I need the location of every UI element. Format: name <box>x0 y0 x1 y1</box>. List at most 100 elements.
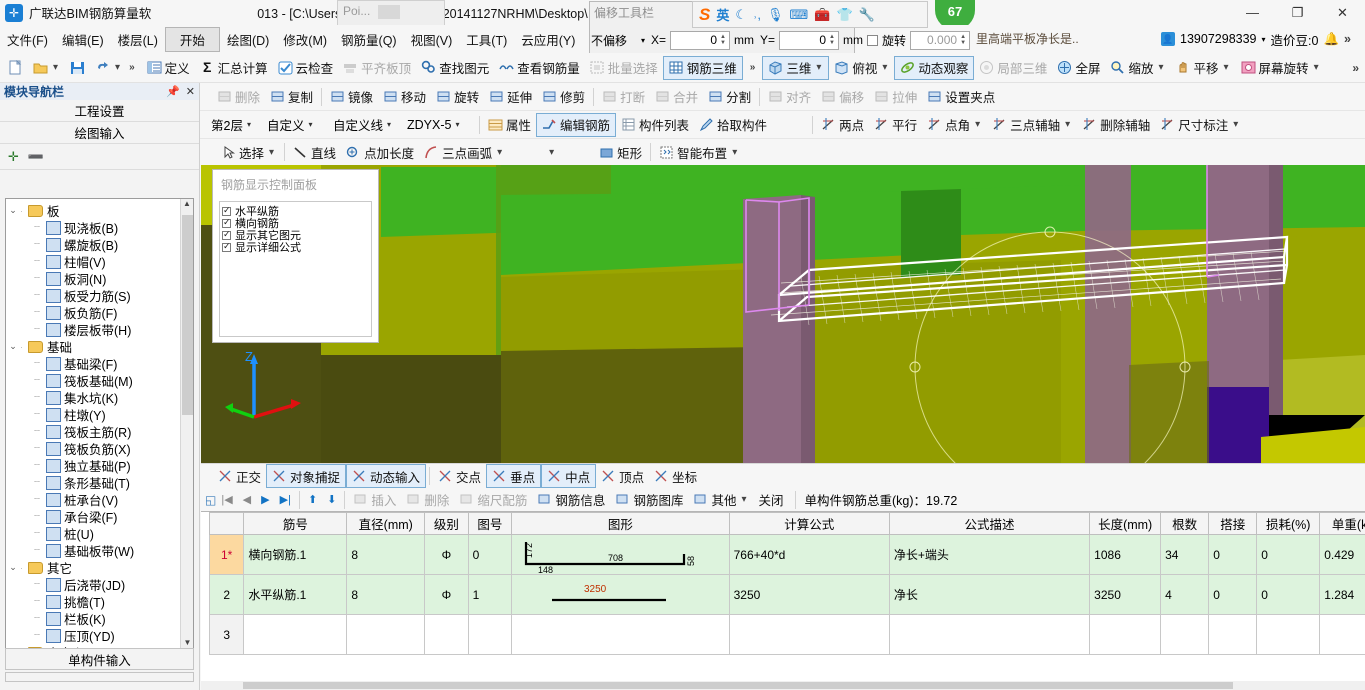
new-file-icon[interactable] <box>0 56 28 80</box>
cell-count[interactable] <box>1160 614 1210 655</box>
toolbar-zoom-button[interactable]: 缩放 ▾ <box>1105 56 1170 80</box>
cell-grade[interactable]: Φ <box>424 534 469 575</box>
offset-y-input[interactable]: 0 ▲ ▼ <box>779 30 840 50</box>
tree-item-cast-slab-icon[interactable]: ┄ 现浇板(B) <box>6 219 193 236</box>
offset-mode-select[interactable]: 不偏移 ▾ <box>589 31 647 50</box>
move-up-icon[interactable]: ⬆ <box>303 493 322 506</box>
cell-loss[interactable] <box>1256 614 1321 655</box>
quick-overflow-icon[interactable]: » <box>127 62 137 73</box>
modify-align-button[interactable]: 对齐 <box>763 85 816 109</box>
cell-grade[interactable]: Φ <box>424 574 469 615</box>
tree-item-slab-negative-rebar-icon[interactable]: ┄ 板负筋(F) <box>6 304 193 321</box>
properties-button[interactable]: 属性 <box>483 113 536 137</box>
first-record-icon[interactable]: |◀ <box>216 493 237 506</box>
editbar-rebar-info-icon-button[interactable]: 钢筋信息 <box>532 488 610 512</box>
tree-item-foundation-band-icon[interactable]: ┄ 基础板带(W) <box>6 542 193 559</box>
checkbox-icon[interactable] <box>222 241 231 252</box>
tree-group-21[interactable]: ⌄ · 其它 <box>6 559 193 576</box>
next-record-icon[interactable]: ▶ <box>256 493 274 506</box>
cell-diameter[interactable]: 8 <box>346 534 426 575</box>
tree-group-8[interactable]: ⌄ · 基础 <box>6 338 193 355</box>
tree-scrollbar[interactable]: ▲ ▼ <box>180 199 193 652</box>
toolbar-tail-overflow-icon[interactable]: » <box>1352 61 1359 75</box>
toolbar-cloudcheck-button[interactable]: 云检查 <box>273 56 339 80</box>
editbar-rebar-library-icon-button[interactable]: 钢筋图库 <box>610 488 688 512</box>
cell-shape[interactable]: 172 148 708 58 <box>511 534 730 575</box>
tree-item-column-cap-icon[interactable]: ┄ 柱帽(V) <box>6 253 193 270</box>
toolbox-icon[interactable]: 🧰 <box>814 7 830 23</box>
last-record-icon[interactable]: ▶| <box>275 493 296 506</box>
axis-delete-axis-button[interactable]: 删除辅轴 <box>1077 113 1155 137</box>
tree-item-raft-foundation-icon[interactable]: ┄ 筏板基础(M) <box>6 372 193 389</box>
tree-item-coping-icon[interactable]: ┄ 压顶(YD) <box>6 627 193 644</box>
rebar-panel-item-3[interactable]: 显示详细公式 <box>222 241 369 254</box>
modify-break-button[interactable]: 打断 <box>597 85 650 109</box>
modify-extend-button[interactable]: 延伸 <box>484 85 537 109</box>
tree-item-sump-icon[interactable]: ┄ 集水坑(K) <box>6 389 193 406</box>
cell-lap[interactable]: 0 <box>1208 574 1258 615</box>
menu-file[interactable]: 文件(F) <box>0 27 55 52</box>
cell-length[interactable]: 3250 <box>1089 574 1162 615</box>
save-icon[interactable] <box>65 56 90 80</box>
cell-unit-weight[interactable]: 0.429 <box>1319 534 1365 575</box>
tree-item-slab-band-icon[interactable]: ┄ 楼层板带(H) <box>6 321 193 338</box>
point-length-tool-button[interactable]: 点加长度 <box>341 140 419 164</box>
sogou-s-icon[interactable]: S <box>699 5 710 25</box>
cell-name[interactable]: 水平纵筋.1 <box>243 574 348 615</box>
chevron-down-icon[interactable]: ⌄ <box>6 341 20 352</box>
undo-icon[interactable]: ▾ <box>90 56 127 80</box>
rectangle-tool-button[interactable]: 矩形 <box>594 140 647 164</box>
toolbar-fullscreen-button[interactable]: 全屏 <box>1052 56 1105 80</box>
cell-shape-no[interactable]: 1 <box>467 574 513 615</box>
cell-loss[interactable]: 0 <box>1256 534 1321 575</box>
tree-item-parapet-icon[interactable]: ┄ 栏板(K) <box>6 610 193 627</box>
cell-shape-no[interactable]: 0 <box>467 534 513 575</box>
row-index[interactable]: 1* <box>208 534 245 575</box>
modify-rotate-button[interactable]: 旋转 <box>431 85 484 109</box>
menu-floor[interactable]: 楼层(L) <box>111 27 165 52</box>
tree-item-raft-main-rebar-icon[interactable]: ┄ 筏板主筋(R) <box>6 423 193 440</box>
prev-record-icon[interactable]: ◀ <box>238 493 256 506</box>
snap-dynamic-input-button[interactable]: 动态输入 <box>346 464 427 488</box>
chevron-down-icon[interactable]: ⌄ <box>6 205 20 216</box>
row-index[interactable]: 3 <box>208 614 245 655</box>
close-icon[interactable]: ✕ <box>186 85 195 98</box>
offset-y-spinner[interactable]: ▲ ▼ <box>827 33 837 48</box>
snap-object-snap-button[interactable]: 对象捕捉 <box>266 464 347 488</box>
close-button[interactable]: ✕ <box>1320 0 1365 25</box>
toolbar-partial3d-button[interactable]: 局部三维 <box>974 56 1052 80</box>
tree-item-cap-beam-icon[interactable]: ┄ 承台梁(F) <box>6 508 193 525</box>
nav-tab-drawing-input[interactable]: 绘图输入 <box>0 122 199 144</box>
toolbar-pan-button[interactable]: 平移 ▾ <box>1171 56 1236 80</box>
microphone-icon[interactable]: 🎙 <box>767 7 784 23</box>
tree-item-slab-hole-icon[interactable]: ┄ 板洞(N) <box>6 270 193 287</box>
comma-icon[interactable]: ˒, <box>753 7 761 22</box>
menu-rebar-qty[interactable]: 钢筋量(Q) <box>334 27 404 52</box>
menu-cloud[interactable]: 云应用(Y) <box>514 27 582 52</box>
modify-delete-button[interactable]: 删除 <box>212 85 265 109</box>
tree-item-foundation-beam-icon[interactable]: ┄ 基础梁(F) <box>6 355 193 372</box>
pick-component-button[interactable]: 拾取构件 <box>694 113 772 137</box>
cell-shape[interactable] <box>511 614 730 655</box>
open-folder-icon[interactable]: ▾ <box>28 56 65 80</box>
3d-viewport[interactable]: Z 钢筋显示控制面板 水平纵筋横向钢筋显示其它图元显示详细公式 <box>201 165 1365 463</box>
move-down-icon[interactable]: ⬇ <box>322 493 341 506</box>
tree-item-column-pier-icon[interactable]: ┄ 柱墩(Y) <box>6 406 193 423</box>
collapse-all-icon[interactable]: ➖ <box>28 149 44 165</box>
axis-two-point-button[interactable]: 两点 <box>816 113 869 137</box>
select-tool-button[interactable]: 选择 ▾ <box>216 140 281 164</box>
cell-lap[interactable] <box>1208 614 1258 655</box>
keyboard-icon[interactable]: ⌨ <box>789 7 808 23</box>
toolbar-batchselect-button[interactable]: 批量选择 <box>585 56 663 80</box>
column-header-9[interactable]: 根数 <box>1160 512 1210 535</box>
column-header-12[interactable]: 单重(kg) <box>1319 512 1365 535</box>
cell-formula[interactable]: 766+40*d <box>728 534 890 575</box>
column-header-1[interactable]: 筋号 <box>243 512 348 535</box>
cell-description[interactable]: 净长 <box>888 574 1091 615</box>
column-header-0[interactable] <box>208 512 245 535</box>
tree-item-pile-cap-icon[interactable]: ┄ 桩承台(V) <box>6 491 193 508</box>
table-row[interactable]: 3 <box>208 614 1365 655</box>
rotate-checkbox[interactable] <box>867 34 879 46</box>
column-header-3[interactable]: 级别 <box>424 512 469 535</box>
toolbar-findelement-button[interactable]: 查找图元 <box>416 56 494 80</box>
